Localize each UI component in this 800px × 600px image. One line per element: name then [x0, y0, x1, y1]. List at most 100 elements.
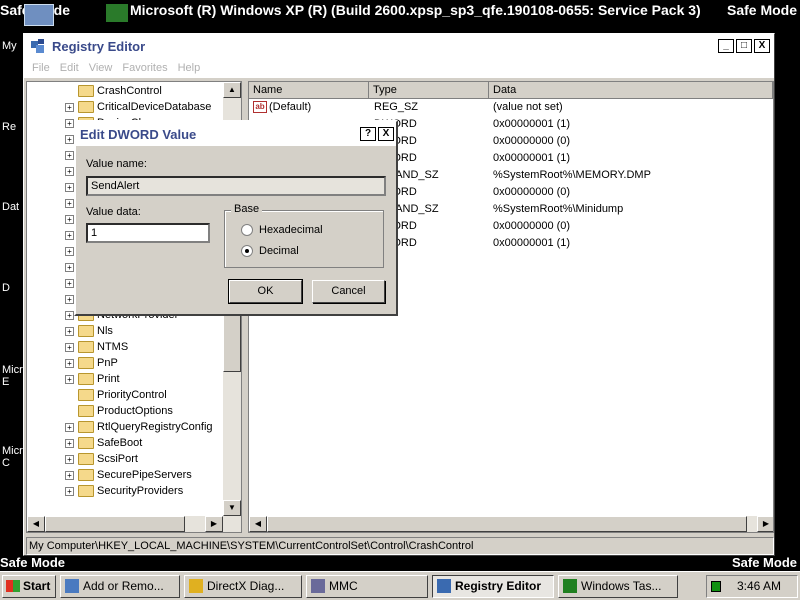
folder-icon	[78, 325, 94, 337]
expand-toggle[interactable]: +	[65, 470, 74, 480]
taskbar-button[interactable]: Windows Tas...	[558, 575, 678, 598]
scroll-down-button[interactable]: ▼	[223, 500, 241, 516]
system-tray: 3:46 AM	[706, 575, 798, 598]
tree-item[interactable]: + SafeBoot	[65, 435, 142, 451]
expand-toggle[interactable]: +	[65, 422, 74, 432]
folder-icon	[78, 469, 94, 481]
tray-status-icon[interactable]	[711, 581, 721, 592]
base-label: Base	[231, 203, 263, 215]
desktop-icon-label: D	[2, 282, 10, 294]
tree-item[interactable]: + RtlQueryRegistryConfig	[65, 419, 213, 435]
expand-toggle[interactable]: +	[65, 214, 74, 224]
tree-horizontal-scrollbar[interactable]: ◀ ▶	[27, 516, 223, 532]
safe-mode-bottom-banner: Safe Mode Safe Mode	[0, 555, 800, 571]
dialog-titlebar[interactable]: Edit DWORD Value ? X	[76, 122, 396, 146]
tree-item[interactable]: + Print	[65, 371, 120, 387]
taskbar-button[interactable]: DirectX Diag...	[184, 575, 302, 598]
value-name-field[interactable]: SendAlert	[86, 176, 386, 196]
task-manager-desktop-icon[interactable]	[106, 4, 128, 22]
expand-toggle[interactable]: +	[65, 294, 74, 304]
expand-toggle[interactable]: +	[65, 454, 74, 464]
column-header-type[interactable]: Type	[369, 82, 489, 99]
expand-toggle[interactable]: +	[65, 342, 74, 352]
expand-toggle[interactable]: +	[65, 102, 74, 112]
expand-toggle[interactable]: +	[65, 134, 74, 144]
value-data-input[interactable]: 1	[86, 223, 210, 243]
decimal-radio[interactable]	[241, 245, 253, 257]
tree-item[interactable]: + SecurePipeServers	[65, 467, 192, 483]
menu-favorites[interactable]: Favorites	[122, 62, 167, 74]
control-panel-icon	[65, 579, 79, 593]
list-horizontal-scrollbar[interactable]: ◀ ▶	[249, 516, 773, 532]
expand-toggle[interactable]: +	[65, 374, 74, 384]
expand-toggle[interactable]: +	[65, 438, 74, 448]
tree-item[interactable]: + CriticalDeviceDatabase	[65, 99, 211, 115]
scroll-thumb[interactable]	[267, 516, 747, 532]
minimize-button[interactable]: _	[718, 39, 734, 53]
tree-item[interactable]: ProductOptions	[78, 403, 173, 419]
taskbar-button[interactable]: Add or Remo...	[60, 575, 180, 598]
tree-item[interactable]: + SecurityProviders	[65, 483, 183, 499]
scroll-left-button[interactable]: ◀	[249, 516, 267, 532]
my-computer-desktop-icon[interactable]	[24, 4, 54, 26]
expand-toggle[interactable]: +	[65, 262, 74, 272]
tree-item[interactable]: + Nls	[65, 323, 113, 339]
tree-item[interactable]: + PnP	[65, 355, 118, 371]
folder-icon	[78, 421, 94, 433]
taskbar-button[interactable]: Registry Editor	[432, 575, 554, 598]
expand-toggle[interactable]: +	[65, 230, 74, 240]
expand-toggle[interactable]: +	[65, 278, 74, 288]
ok-button[interactable]: OK	[228, 279, 303, 304]
tree-item-label: NTMS	[97, 341, 129, 353]
value-row[interactable]: ab (Default) REG_SZ (value not set)	[249, 99, 773, 116]
safe-mode-label-bottom-right: Safe Mode	[731, 555, 797, 570]
value-data-cell: %SystemRoot%\Minidump	[493, 203, 624, 215]
hexadecimal-radio[interactable]	[241, 224, 253, 236]
folder-icon	[78, 373, 94, 385]
clock[interactable]: 3:46 AM	[737, 576, 781, 597]
menu-file[interactable]: File	[32, 62, 50, 74]
help-button[interactable]: ?	[360, 127, 376, 141]
scroll-right-button[interactable]: ▶	[205, 516, 223, 532]
scroll-right-button[interactable]: ▶	[757, 516, 773, 532]
registry-editor-titlebar[interactable]: Registry Editor _ □ X	[24, 34, 774, 58]
expand-toggle[interactable]: +	[65, 198, 74, 208]
regedit-icon	[437, 579, 451, 593]
expand-toggle[interactable]: +	[65, 182, 74, 192]
folder-icon	[78, 453, 94, 465]
menu-view[interactable]: View	[89, 62, 113, 74]
tree-item-label: SecurityProviders	[97, 485, 184, 497]
tree-item-label: PnP	[97, 357, 118, 369]
tree-item[interactable]: + NTMS	[65, 339, 128, 355]
scroll-left-button[interactable]: ◀	[27, 516, 45, 532]
taskbar-button-label: MMC	[329, 579, 358, 593]
hexadecimal-option[interactable]: Hexadecimal	[241, 224, 323, 236]
expand-toggle[interactable]: +	[65, 358, 74, 368]
desktop-icon-label: Dat	[2, 201, 20, 213]
close-button[interactable]: X	[754, 39, 770, 53]
expand-toggle[interactable]: +	[65, 150, 74, 160]
menu-bar: File Edit View Favorites Help	[24, 58, 774, 78]
column-header-data[interactable]: Data	[489, 82, 773, 99]
taskbar-button[interactable]: MMC	[306, 575, 428, 598]
expand-toggle[interactable]: +	[65, 326, 74, 336]
expand-toggle[interactable]: +	[65, 246, 74, 256]
expand-toggle[interactable]: +	[65, 486, 74, 496]
expand-toggle[interactable]: +	[65, 166, 74, 176]
column-header-name[interactable]: Name	[249, 82, 369, 99]
start-button[interactable]: Start	[2, 575, 56, 598]
scroll-thumb[interactable]	[45, 516, 185, 532]
dialog-title: Edit DWORD Value	[80, 126, 197, 142]
tree-item[interactable]: PriorityControl	[78, 387, 167, 403]
expand-toggle[interactable]: +	[65, 310, 74, 320]
menu-help[interactable]: Help	[178, 62, 201, 74]
maximize-button[interactable]: □	[736, 39, 752, 53]
tree-item[interactable]: CrashControl	[78, 83, 162, 99]
dialog-close-button[interactable]: X	[378, 127, 394, 141]
expand-toggle[interactable]: +	[65, 118, 74, 128]
tree-item[interactable]: + ScsiPort	[65, 451, 138, 467]
cancel-button[interactable]: Cancel	[312, 280, 385, 303]
scroll-up-button[interactable]: ▲	[223, 82, 241, 98]
decimal-option[interactable]: Decimal	[241, 245, 299, 257]
menu-edit[interactable]: Edit	[60, 62, 79, 74]
